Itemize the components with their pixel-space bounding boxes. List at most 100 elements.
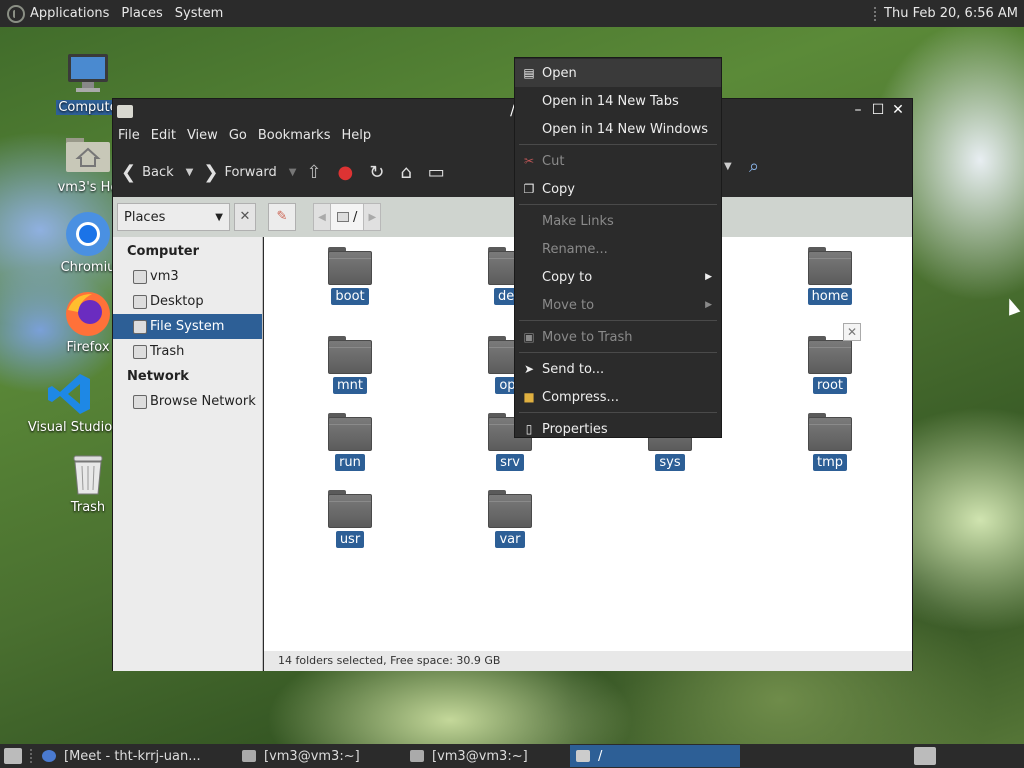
menu-item-move-to[interactable]: Move to ▶ — [515, 291, 721, 319]
home-folder-icon — [64, 130, 112, 178]
maximize-icon[interactable]: ☐ — [870, 102, 886, 118]
task-meet[interactable]: [Meet - tht-krrj-uan... — [36, 745, 236, 767]
folder-icon — [328, 413, 372, 451]
path-segment-root[interactable]: / — [330, 204, 365, 230]
menu-item-open-new-tabs[interactable]: Open in 14 New Tabs — [515, 87, 721, 115]
submenu-arrow-icon: ▶ — [705, 272, 712, 282]
close-sidebar-button[interactable]: ✕ — [234, 203, 256, 231]
folder-item[interactable]: usr — [305, 490, 395, 548]
archive-icon: ■ — [523, 390, 535, 404]
search-icon[interactable]: ⌕ — [749, 156, 759, 177]
menu-system[interactable]: System — [175, 6, 229, 21]
show-desktop-icon[interactable] — [4, 748, 22, 764]
computer-button[interactable]: ▭ — [428, 162, 451, 183]
sidebar-header-network: Network — [127, 369, 189, 384]
sidebar-item-browse-network[interactable]: Browse Network — [113, 389, 262, 414]
trash-icon — [64, 450, 112, 498]
properties-icon: ▯ — [525, 422, 533, 436]
desktop-folder-icon — [133, 294, 147, 309]
sidebar-header-computer: Computer — [127, 244, 200, 259]
path-right-arrow-icon[interactable]: ▶ — [364, 212, 380, 223]
menu-bookmarks[interactable]: Bookmarks — [253, 128, 337, 143]
places-select[interactable]: Places ▼ — [117, 203, 230, 231]
menu-go[interactable]: Go — [224, 128, 253, 143]
folder-item[interactable]: run — [305, 413, 395, 471]
folder-item[interactable]: var — [465, 490, 555, 548]
file-manager-window: / – ☐ ✕ File Edit View Go Bookmarks Help… — [112, 98, 913, 671]
sidebar-item-desktop[interactable]: Desktop — [113, 289, 262, 314]
minimize-icon[interactable]: – — [850, 102, 866, 118]
computer-icon — [64, 50, 112, 98]
menu-help[interactable]: Help — [336, 128, 377, 143]
toolbar: ❮ Back ▼ ❯ Forward ▼ ⇧ ● ↻ ⌂ ▭ ▼ ⌕ — [113, 147, 912, 197]
menu-item-rename[interactable]: Rename... — [515, 235, 721, 263]
sidebar-item-file-system[interactable]: File System — [113, 314, 262, 339]
menu-item-make-links[interactable]: Make Links — [515, 207, 721, 235]
context-menu: ▤ Open Open in 14 New Tabs Open in 14 New… — [514, 57, 722, 438]
task-terminal-1[interactable]: [vm3@vm3:~] — [236, 745, 404, 767]
chevron-down-icon: ▼ — [215, 211, 223, 223]
menu-item-copy[interactable]: ❐ Copy — [515, 175, 721, 203]
back-button[interactable]: ❮ Back ▼ — [121, 162, 193, 183]
location-bar: Places ▼ ✕ ✎ ◀ / ▶ — [113, 197, 912, 237]
task-file-manager[interactable]: / — [570, 745, 740, 767]
distro-logo-icon[interactable] — [7, 4, 25, 23]
terminal-icon — [410, 750, 424, 762]
folder-icon — [328, 336, 372, 374]
up-button[interactable]: ⇧ — [306, 162, 327, 183]
forward-dropdown-icon[interactable]: ▼ — [289, 167, 297, 178]
close-icon[interactable]: ✕ — [890, 102, 906, 118]
sidebar-item-trash[interactable]: Trash — [113, 339, 262, 364]
path-bar: ◀ / ▶ — [313, 203, 382, 231]
menu-file[interactable]: File — [113, 128, 146, 143]
folder-icon — [328, 490, 372, 528]
sidebar-item-vm3[interactable]: vm3 — [113, 264, 262, 289]
window-titlebar[interactable]: / – ☐ ✕ — [113, 99, 912, 123]
menu-places[interactable]: Places — [121, 6, 168, 21]
desktop-icon-vscode[interactable]: Visual Studio — [15, 370, 125, 435]
clock[interactable]: Thu Feb 20, 6:56 AM — [884, 6, 1024, 21]
menu-item-properties[interactable]: ▯ Properties — [515, 415, 721, 443]
drive-icon — [133, 319, 147, 334]
workspace-switcher-icon[interactable] — [914, 747, 936, 765]
folder-item[interactable]: boot — [305, 247, 395, 305]
folder-item[interactable]: root — [785, 336, 875, 394]
back-dropdown-icon[interactable]: ▼ — [186, 167, 194, 178]
menu-edit[interactable]: Edit — [146, 128, 182, 143]
reload-button[interactable]: ↻ — [369, 162, 390, 183]
menu-view[interactable]: View — [182, 128, 224, 143]
forward-arrow-icon: ❯ — [203, 161, 219, 183]
folder-item[interactable]: home — [785, 247, 875, 305]
path-left-arrow-icon[interactable]: ◀ — [314, 212, 330, 223]
back-arrow-icon: ❮ — [121, 161, 137, 183]
edit-location-button[interactable]: ✎ — [268, 203, 296, 231]
folder-item[interactable]: mnt — [305, 336, 395, 394]
close-icon[interactable]: ✕ — [843, 323, 861, 341]
menu-item-open-new-windows[interactable]: Open in 14 New Windows — [515, 115, 721, 143]
terminal-icon — [242, 750, 256, 762]
menu-item-compress[interactable]: ■ Compress... — [515, 383, 721, 411]
vscode-icon — [46, 370, 94, 418]
menu-item-copy-to[interactable]: Copy to ▶ — [515, 263, 721, 291]
menu-item-open[interactable]: ▤ Open — [515, 59, 721, 87]
folder-icon — [808, 336, 852, 374]
forward-button[interactable]: ❯ Forward ▼ — [203, 162, 296, 183]
folder-item[interactable]: tmp — [785, 413, 875, 471]
menu-item-send-to[interactable]: ➤ Send to... — [515, 355, 721, 383]
mouse-cursor-icon — [1003, 296, 1021, 316]
stop-button[interactable]: ● — [338, 162, 360, 183]
browser-icon — [42, 750, 56, 762]
stop-icon: ● — [337, 161, 354, 183]
task-terminal-2[interactable]: [vm3@vm3:~] — [404, 745, 570, 767]
menu-item-cut[interactable]: ✂ Cut — [515, 147, 721, 175]
folder-icon — [808, 247, 852, 285]
folder-open-icon: ▤ — [523, 66, 535, 80]
folder-icon — [488, 490, 532, 528]
menu-applications[interactable]: Applications — [30, 6, 115, 21]
trash-icon — [133, 344, 147, 359]
folder-icon — [576, 750, 590, 762]
view-dropdown-icon[interactable]: ▼ — [724, 161, 732, 172]
home-button[interactable]: ⌂ — [400, 162, 417, 183]
menu-item-move-to-trash[interactable]: ▣ Move to Trash — [515, 323, 721, 351]
home-icon — [133, 269, 147, 284]
